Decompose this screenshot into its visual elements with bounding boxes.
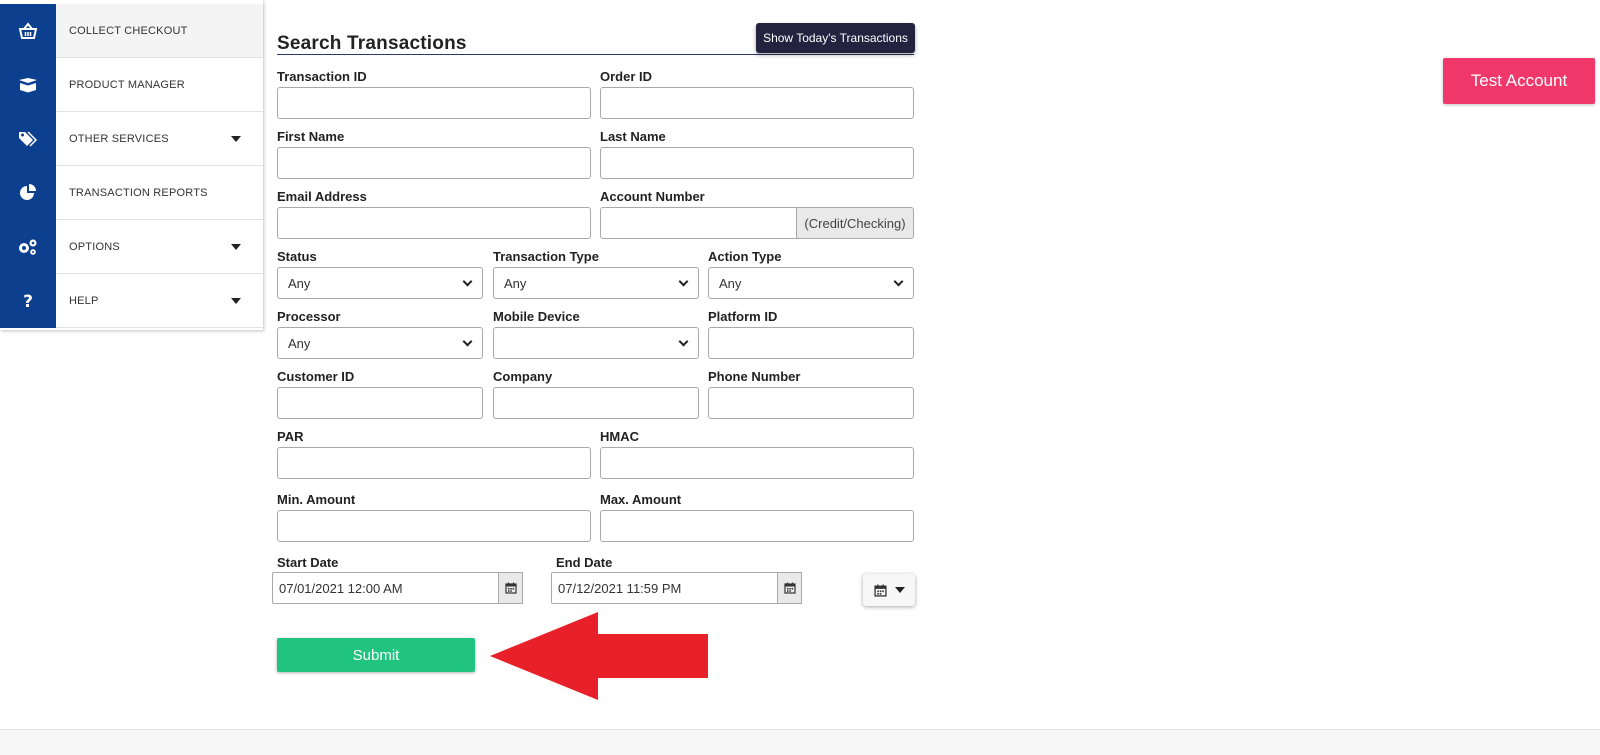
end-date-input[interactable] <box>551 572 778 604</box>
platform-id-input[interactable] <box>708 327 914 359</box>
start-date-calendar-button[interactable] <box>499 572 523 604</box>
min-amount-label: Min. Amount <box>277 492 356 507</box>
mobile-device-label: Mobile Device <box>493 309 580 324</box>
test-account-button[interactable]: Test Account <box>1443 58 1595 104</box>
sidebar-item-label: COLLECT CHECKOUT <box>69 24 188 37</box>
chevron-down-icon <box>462 276 473 286</box>
action-type-selected-value: Any <box>719 275 742 291</box>
submit-button[interactable]: Submit <box>277 638 475 672</box>
last-name-input[interactable] <box>600 147 914 179</box>
sidebar-item-label: OPTIONS <box>69 240 120 253</box>
account-number-addon: (Credit/Checking) <box>797 207 914 239</box>
pie-chart-icon <box>0 165 56 220</box>
order-id-input[interactable] <box>600 87 914 119</box>
red-arrow-annotation-icon <box>490 612 708 700</box>
calendar-icon <box>873 584 887 597</box>
chevron-down-icon <box>893 276 904 286</box>
chevron-down-icon <box>462 336 473 346</box>
hmac-label: HMAC <box>600 429 639 444</box>
chevron-down-icon[interactable] <box>231 243 241 250</box>
calendar-icon <box>504 582 517 594</box>
end-date-label: End Date <box>556 555 613 570</box>
min-amount-input[interactable] <box>277 510 591 542</box>
platform-id-label: Platform ID <box>708 309 778 324</box>
processor-label: Processor <box>277 309 341 324</box>
company-label: Company <box>493 369 553 384</box>
transaction-type-select[interactable]: Any <box>493 267 699 299</box>
svg-text:?: ? <box>23 292 33 310</box>
sidebar-item-options[interactable]: OPTIONS <box>0 219 263 274</box>
sidebar-item-label: HELP <box>69 294 99 307</box>
sidebar: COLLECT CHECKOUT PRODUCT MANAGER OTHER S… <box>0 0 263 330</box>
order-id-label: Order ID <box>600 69 653 84</box>
sidebar-item-help[interactable]: ? HELP <box>0 273 263 328</box>
sidebar-item-label: TRANSACTION REPORTS <box>69 186 208 199</box>
chevron-down-icon[interactable] <box>231 135 241 142</box>
chevron-down-icon <box>678 276 689 286</box>
gears-icon <box>0 219 56 274</box>
page: COLLECT CHECKOUT PRODUCT MANAGER OTHER S… <box>0 0 1600 755</box>
account-number-input[interactable] <box>600 207 797 239</box>
processor-selected-value: Any <box>288 335 311 351</box>
status-selected-value: Any <box>288 275 311 291</box>
first-name-input[interactable] <box>277 147 591 179</box>
start-date-input[interactable] <box>272 572 499 604</box>
box-icon <box>0 57 56 112</box>
par-input[interactable] <box>277 447 591 479</box>
date-range-preset-dropdown[interactable] <box>863 574 915 606</box>
end-date-calendar-button[interactable] <box>778 572 802 604</box>
company-input[interactable] <box>493 387 699 419</box>
footer-bar <box>0 729 1600 755</box>
customer-id-input[interactable] <box>277 387 483 419</box>
action-type-label: Action Type <box>708 249 782 264</box>
transaction-type-selected-value: Any <box>504 275 527 291</box>
status-select[interactable]: Any <box>277 267 483 299</box>
title-divider <box>277 54 914 55</box>
sidebar-item-label: OTHER SERVICES <box>69 132 169 145</box>
transaction-id-label: Transaction ID <box>277 69 367 84</box>
tags-icon <box>0 111 56 166</box>
max-amount-label: Max. Amount <box>600 492 682 507</box>
start-date-label: Start Date <box>277 555 339 570</box>
sidebar-item-label: PRODUCT MANAGER <box>69 78 185 91</box>
chevron-down-icon <box>678 336 689 346</box>
par-label: PAR <box>277 429 304 444</box>
sidebar-item-other-services[interactable]: OTHER SERVICES <box>0 111 263 166</box>
chevron-down-icon[interactable] <box>231 297 241 304</box>
transaction-id-input[interactable] <box>277 87 591 119</box>
page-title: Search Transactions <box>277 33 467 54</box>
question-icon: ? <box>0 273 56 328</box>
max-amount-input[interactable] <box>600 510 914 542</box>
calendar-icon <box>783 582 796 594</box>
mobile-device-select[interactable] <box>493 327 699 359</box>
action-type-select[interactable]: Any <box>708 267 914 299</box>
last-name-label: Last Name <box>600 129 666 144</box>
email-label: Email Address <box>277 189 367 204</box>
status-label: Status <box>277 249 317 264</box>
show-todays-transactions-button[interactable]: Show Today's Transactions <box>756 23 915 53</box>
hmac-input[interactable] <box>600 447 914 479</box>
phone-number-input[interactable] <box>708 387 914 419</box>
sidebar-item-product-manager[interactable]: PRODUCT MANAGER <box>0 57 263 112</box>
account-number-label: Account Number <box>600 189 705 204</box>
phone-number-label: Phone Number <box>708 369 801 384</box>
sidebar-item-transaction-reports[interactable]: TRANSACTION REPORTS <box>0 165 263 220</box>
processor-select[interactable]: Any <box>277 327 483 359</box>
transaction-type-label: Transaction Type <box>493 249 599 264</box>
basket-icon <box>0 3 56 58</box>
sidebar-item-collect-checkout[interactable]: COLLECT CHECKOUT <box>0 3 263 58</box>
customer-id-label: Customer ID <box>277 369 355 384</box>
first-name-label: First Name <box>277 129 345 144</box>
email-input[interactable] <box>277 207 591 239</box>
chevron-down-icon <box>894 587 905 593</box>
